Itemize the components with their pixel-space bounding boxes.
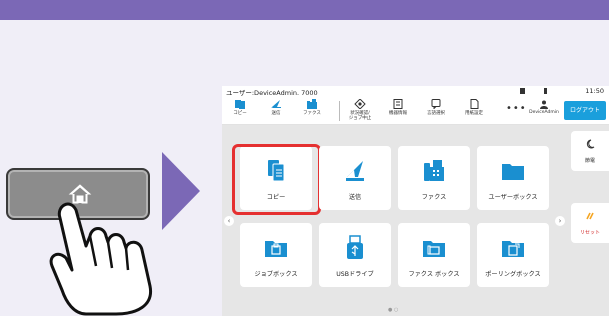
tile-label: ポーリングボックス: [485, 271, 541, 278]
toolbar-divider: [339, 101, 340, 121]
toolbar: コピー 送信 ファクス 状況確認/ ジョブ中止 機器情報 言語選択 用紙設定 •…: [222, 97, 609, 125]
page-indicator: ● ○: [388, 307, 399, 313]
admin-label: DeviceAdmin: [529, 110, 559, 115]
usb-icon: [347, 235, 363, 259]
fax-icon: [307, 99, 317, 109]
folder-icon: [502, 164, 524, 180]
toolbar-label: コピー: [233, 111, 247, 116]
tile-fax-box[interactable]: ファクス ボックス: [398, 223, 470, 287]
reset-button[interactable]: リセット: [571, 203, 609, 243]
moon-icon: [586, 139, 595, 149]
home-screen: コピー 送信 ファクス ユーザーボックス ジョブボックス USBドライブ ファク…: [222, 125, 609, 316]
toolbar-label: 機器情報: [389, 111, 407, 116]
toolbar-paper-button[interactable]: 用紙設定: [456, 97, 492, 125]
energy-saver-button[interactable]: 節電: [571, 131, 609, 171]
job-box-icon: [265, 241, 287, 257]
toolbar-label: 状況確認/ ジョブ中止: [348, 111, 372, 121]
tile-usb-drive[interactable]: USBドライブ: [319, 223, 391, 287]
reset-label: リセット: [579, 230, 600, 236]
pointing-hand-icon: [49, 202, 153, 316]
user-icon: [540, 100, 548, 109]
polling-box-icon: [502, 241, 524, 257]
copy-icon: [235, 100, 245, 109]
top-banner: [0, 0, 609, 20]
send-icon: [346, 161, 364, 181]
toolbar-status-button[interactable]: 状況確認/ ジョブ中止: [342, 97, 378, 125]
toolbar-label: ファクス: [303, 111, 321, 116]
toolbar-send-button[interactable]: 送信: [258, 97, 294, 125]
paper-icon: [470, 99, 479, 109]
toolbar-fax-button[interactable]: ファクス: [294, 97, 330, 125]
toolbar-copy-button[interactable]: コピー: [222, 97, 258, 125]
copy-highlight-frame: [232, 144, 321, 215]
right-arrow-icon: [162, 152, 200, 230]
scroll-right-button[interactable]: ›: [555, 216, 565, 226]
status-bar: ユーザー:DeviceAdmin. 7000 11:50: [222, 86, 609, 97]
clock: 11:50: [585, 87, 604, 95]
toolbar-label: 言語選択: [427, 111, 445, 116]
tile-polling-box[interactable]: ポーリングボックス: [477, 223, 549, 287]
toolbar-label: 送信: [271, 111, 281, 116]
fax-icon: [424, 160, 444, 181]
status-indicator: [520, 88, 525, 94]
fax-box-icon: [423, 241, 445, 257]
tile-send[interactable]: 送信: [319, 146, 391, 210]
tile-label: ファクス ボックス: [408, 271, 460, 278]
device-info-icon: [393, 99, 403, 109]
send-icon: [271, 100, 281, 108]
tile-job-box[interactable]: ジョブボックス: [240, 223, 312, 287]
toolbar-device-info-button[interactable]: 機器情報: [380, 97, 416, 125]
user-status: ユーザー:DeviceAdmin. 7000: [226, 89, 318, 97]
tile-label: ジョブボックス: [254, 271, 298, 278]
toolbar-language-button[interactable]: 言語選択: [418, 97, 454, 125]
tile-label: ユーザーボックス: [488, 194, 538, 201]
admin-button[interactable]: DeviceAdmin: [526, 97, 562, 125]
energy-saver-label: 節電: [584, 158, 595, 164]
tile-fax[interactable]: ファクス: [398, 146, 470, 210]
control-panel: ユーザー:DeviceAdmin. 7000 11:50 コピー 送信 ファクス…: [222, 86, 609, 316]
tile-label: 送信: [348, 194, 362, 201]
tile-label: ファクス: [421, 194, 447, 201]
status-indicator: [544, 88, 547, 94]
language-icon: [431, 99, 441, 109]
toolbar-label: 用紙設定: [465, 111, 483, 116]
reset-icon: [586, 212, 594, 220]
more-icon[interactable]: •••: [506, 103, 527, 114]
status-icon: [354, 99, 366, 109]
tile-label: USBドライブ: [336, 271, 374, 278]
tile-user-box[interactable]: ユーザーボックス: [477, 146, 549, 210]
scroll-left-button[interactable]: ‹: [224, 216, 234, 226]
logout-button[interactable]: ログアウト: [564, 101, 606, 120]
